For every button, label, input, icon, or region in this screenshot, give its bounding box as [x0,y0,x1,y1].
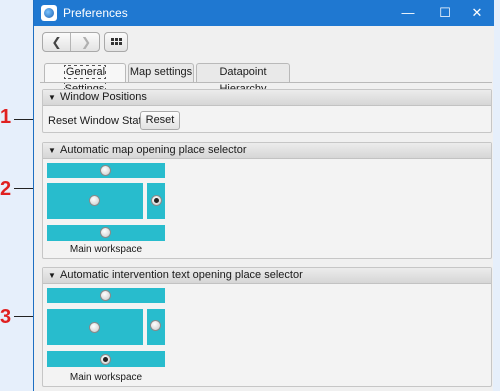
forward-button[interactable]: ❯ [72,33,100,51]
tab-label: Map settings [129,66,193,78]
main-workspace-label: Main workspace [69,372,143,383]
grid-icon-dot [115,38,118,41]
window-positions-section: ▼ Window Positions Reset Window States R… [42,89,492,133]
callout-number-3: 3 [0,306,12,328]
bottom-radio[interactable] [100,227,111,238]
reset-button[interactable]: Reset [140,111,180,130]
grid-icon-dot [119,42,122,45]
title-bar[interactable]: Preferences — ☐ ✕ [34,0,494,26]
minimize-button[interactable]: — [391,0,425,26]
section-title: Automatic intervention text opening plac… [60,269,303,281]
tab-general-settings[interactable]: General Settings [44,63,126,96]
bottom-radio[interactable] [100,354,111,365]
collapse-arrow-icon: ▼ [48,146,56,155]
grid-icon-dot [111,42,114,45]
grid-icon-dot [115,42,118,45]
preferences-window: Preferences — ☐ ✕ ❮ ❯ General Settings M… [33,0,494,391]
intervention-text-place-section: ▼ Automatic intervention text opening pl… [42,267,492,387]
close-button[interactable]: ✕ [460,0,494,26]
section-header[interactable]: ▼ Window Positions [43,90,491,106]
app-icon [41,5,57,21]
maximize-button[interactable]: ☐ [428,0,462,26]
tab-divider [40,82,492,83]
section-header[interactable]: ▼ Automatic map opening place selector [43,143,491,159]
back-button[interactable]: ❮ [43,33,71,51]
collapse-arrow-icon: ▼ [48,93,56,102]
tab-map-settings[interactable]: Map settings [128,63,194,82]
grid-icon-dot [119,38,122,41]
top-radio[interactable] [100,290,111,301]
map-place-selector: Main workspace [47,163,165,255]
section-title: Window Positions [60,91,147,103]
window-title: Preferences [63,6,128,20]
intervention-place-selector: Main workspace [47,288,165,383]
callout-number-2: 2 [0,178,12,200]
section-title: Automatic map opening place selector [60,144,247,156]
top-radio[interactable] [100,165,111,176]
map-opening-place-section: ▼ Automatic map opening place selector M… [42,142,492,259]
center-radio[interactable] [89,322,100,333]
center-radio[interactable] [89,195,100,206]
collapse-arrow-icon: ▼ [48,271,56,280]
right-radio[interactable] [151,195,162,206]
grid-icon-dot [111,38,114,41]
callout-number-1: 1 [0,106,12,128]
section-header[interactable]: ▼ Automatic intervention text opening pl… [43,268,491,284]
grid-menu-button[interactable] [104,32,128,52]
main-workspace-label: Main workspace [69,244,143,255]
right-radio[interactable] [150,320,161,331]
tab-datapoint-hierarchy[interactable]: Datapoint Hierarchy [196,63,290,95]
reset-window-states-label: Reset Window States [48,115,154,127]
navigation-group: ❮ ❯ [42,32,100,52]
toolbar: ❮ ❯ [34,26,494,60]
